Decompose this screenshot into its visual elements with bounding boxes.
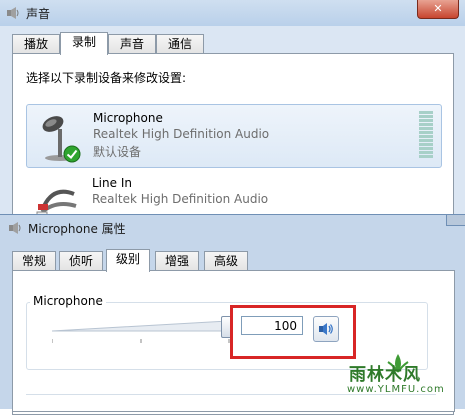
tab-listen[interactable]: 侦听 — [59, 251, 103, 270]
tab-sounds[interactable]: 声音 — [108, 34, 156, 53]
tab-communications[interactable]: 通信 — [156, 34, 204, 53]
volume-slider[interactable] — [52, 321, 228, 335]
watermark-url: www.YLMFU.com — [347, 384, 445, 395]
slider-ticks — [52, 339, 230, 343]
tab-general[interactable]: 常规 — [12, 251, 56, 270]
tab-enhancements[interactable]: 增强 — [155, 251, 199, 270]
close-button[interactable]: ✕ — [417, 0, 459, 19]
device-name: Microphone — [93, 111, 163, 125]
watermark-text: 雨林木风 — [349, 365, 421, 385]
instruction-text: 选择以下录制设备来修改设置: — [26, 71, 187, 85]
tab-playback[interactable]: 播放 — [12, 34, 60, 53]
level-meter — [419, 111, 433, 159]
dialog-close-button[interactable] — [446, 215, 465, 226]
window-title: 声音 — [26, 7, 51, 21]
sound-window-titlebar[interactable]: 声音 ✕ — [0, 0, 465, 26]
dialog-title: Microphone 属性 — [28, 222, 126, 236]
speaker-app-icon — [7, 7, 19, 19]
tab-levels[interactable]: 级别 — [106, 249, 150, 272]
device-item-microphone[interactable]: Microphone Realtek High Definition Audio… — [26, 104, 442, 168]
default-check-icon — [63, 145, 81, 163]
device-driver: Realtek High Definition Audio — [93, 127, 270, 141]
speaker-app-icon — [9, 222, 21, 234]
tab-advanced[interactable]: 高级 — [204, 251, 248, 270]
device-status: 默认设备 — [93, 145, 142, 159]
device-driver: Realtek High Definition Audio — [92, 192, 269, 206]
device-name: Line In — [92, 176, 132, 190]
tab-recording[interactable]: 录制 — [60, 32, 108, 55]
levels-group-label: Microphone — [30, 294, 106, 308]
